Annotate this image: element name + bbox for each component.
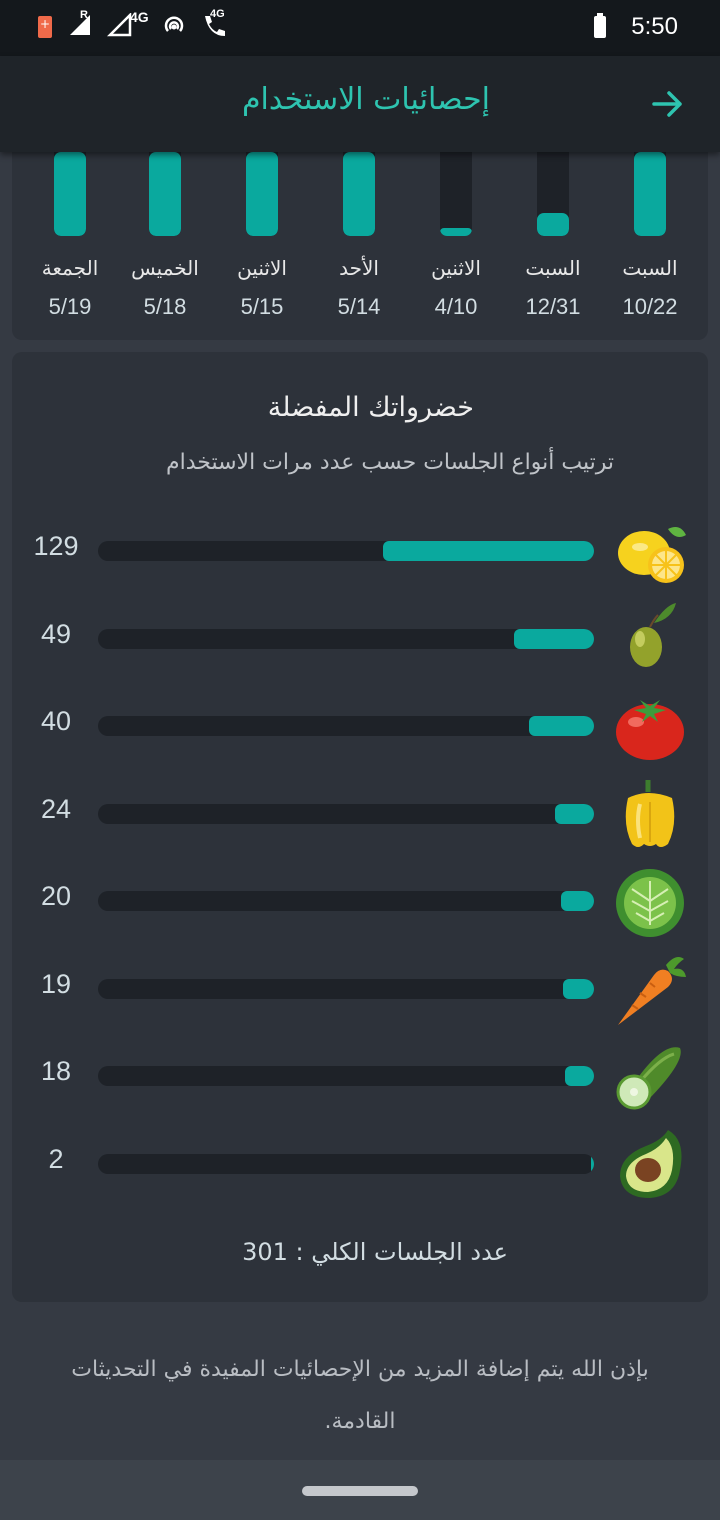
battery-icon (594, 13, 606, 38)
week-day-label: الخميس (131, 256, 199, 280)
week-day-column: الجمعة 5/19 (30, 152, 110, 342)
usage-bar-fill (513, 628, 594, 649)
usage-bar-track (54, 152, 86, 236)
cabbage-icon (610, 861, 690, 941)
usage-count: 20 (40, 881, 72, 911)
usage-bar-track (98, 628, 594, 649)
status-bar: R 4G 4G 5:50 (0, 0, 720, 56)
favorite-vegetables-card: خضرواتك المفضلة ترتيب أنواع الجلسات حسب … (12, 352, 708, 1302)
week-day-column: السبت 10/22 (610, 152, 690, 342)
usage-count: 18 (40, 1056, 72, 1086)
usage-bar-fill (634, 152, 666, 236)
olive-icon (610, 599, 690, 679)
home-indicator[interactable] (302, 1486, 418, 1496)
usage-count: 40 (40, 706, 72, 736)
back-button[interactable] (644, 80, 692, 128)
week-day-column: السبت 12/31 (513, 152, 593, 342)
week-day-label: الاثنين (431, 256, 481, 280)
week-day-label: الأحد (339, 256, 379, 280)
wifi-call-icon: 4G (200, 8, 226, 42)
vegetable-row: 129 (12, 507, 708, 587)
usage-bar-fill (343, 152, 375, 236)
week-day-label: السبت (622, 256, 678, 280)
usage-count: 49 (40, 618, 72, 649)
status-time: 5:50 (631, 13, 678, 40)
usage-bar-track (98, 803, 594, 824)
usage-bar-track (537, 152, 569, 236)
usage-count: 24 (40, 793, 72, 824)
usage-count: 19 (40, 968, 72, 999)
usage-bar-track (98, 891, 594, 911)
usage-bar-track (98, 1153, 594, 1174)
hotspot-icon (162, 13, 186, 41)
week-day-label: الاثنين (237, 256, 287, 280)
usage-bar-track (98, 716, 594, 736)
usage-bar-fill (383, 541, 594, 561)
week-day-column: الاثنين 5/15 (222, 152, 302, 342)
tomato-icon (610, 686, 690, 766)
usage-bar-fill (564, 1066, 594, 1086)
usage-bar-track (98, 541, 594, 561)
usage-count: 129 (33, 531, 79, 561)
arrow-right-icon (652, 91, 682, 117)
usage-bar-fill (561, 891, 594, 911)
usage-bar-fill (537, 213, 569, 236)
lemon-icon (610, 511, 690, 591)
usage-bar-fill (590, 1153, 594, 1174)
week-date-label: 10/22 (622, 294, 678, 319)
week-date-label: 4/10 (434, 294, 478, 319)
usage-bar-track (98, 1066, 594, 1086)
call-network-label: 4G (210, 8, 225, 20)
usage-bar-track (98, 978, 594, 999)
total-sessions: عدد الجلسات الكلي : 301 (242, 1238, 508, 1266)
carrot-icon (610, 949, 690, 1029)
usage-bar-track (634, 152, 666, 236)
cucumber-icon (610, 1036, 690, 1116)
roaming-label: R (80, 9, 88, 21)
week-date-label: 5/15 (240, 294, 284, 319)
usage-bar-fill (554, 803, 594, 824)
network-type-label: 4G (130, 9, 149, 25)
vegetable-row: 19 (12, 945, 708, 1025)
favorites-title: خضرواتك المفضلة (267, 392, 474, 423)
page-title: إحصائيات الاستخدام (241, 82, 490, 117)
bell-pepper-icon (610, 774, 690, 854)
vegetable-row: 24 (12, 770, 708, 850)
usage-bar-fill (54, 152, 86, 236)
usage-count: 2 (48, 1143, 64, 1174)
favorites-subtitle: ترتيب أنواع الجلسات حسب عدد مرات الاستخد… (165, 450, 614, 475)
footer-note: بإذن الله يتم إضافة المزيد من الإحصائيات… (71, 1357, 649, 1434)
vegetable-row: 2 (12, 1120, 708, 1200)
usage-bar-fill (440, 228, 472, 236)
week-day-label: الجمعة (41, 256, 99, 280)
vegetable-row: 49 (12, 595, 708, 675)
week-day-column: الأحد 5/14 (319, 152, 399, 342)
week-date-label: 5/14 (337, 294, 381, 319)
vegetable-row: 40 (12, 682, 708, 762)
week-date-label: 5/19 (48, 294, 92, 319)
usage-bar-track (246, 152, 278, 236)
usage-bar-fill (528, 716, 594, 736)
avocado-icon (610, 1124, 690, 1204)
week-day-column: الخميس 5/18 (125, 152, 205, 342)
usage-bar-fill (149, 152, 181, 236)
vegetable-row: 20 (12, 857, 708, 937)
usage-bar-fill (562, 978, 594, 999)
week-date-label: 5/18 (143, 294, 187, 319)
signal-outline-icon: 4G (106, 9, 149, 41)
usage-bar-fill (246, 152, 278, 236)
signal-icon: R (66, 9, 92, 41)
week-date-label: 12/31 (525, 294, 581, 319)
vegetable-row: 18 (12, 1032, 708, 1112)
app-bar: إحصائيات الاستخدام (0, 56, 720, 152)
battery-saver-icon (38, 16, 52, 38)
usage-bar-track (149, 152, 181, 236)
weekly-usage-card: السبت 10/22 السبت 12/31 الاثنين 4/10 الأحد 5/14… (12, 130, 708, 340)
week-day-column: الاثنين 4/10 (416, 152, 496, 342)
usage-bar-track (343, 152, 375, 236)
week-day-label: السبت (525, 256, 581, 280)
usage-bar-track (440, 152, 472, 236)
